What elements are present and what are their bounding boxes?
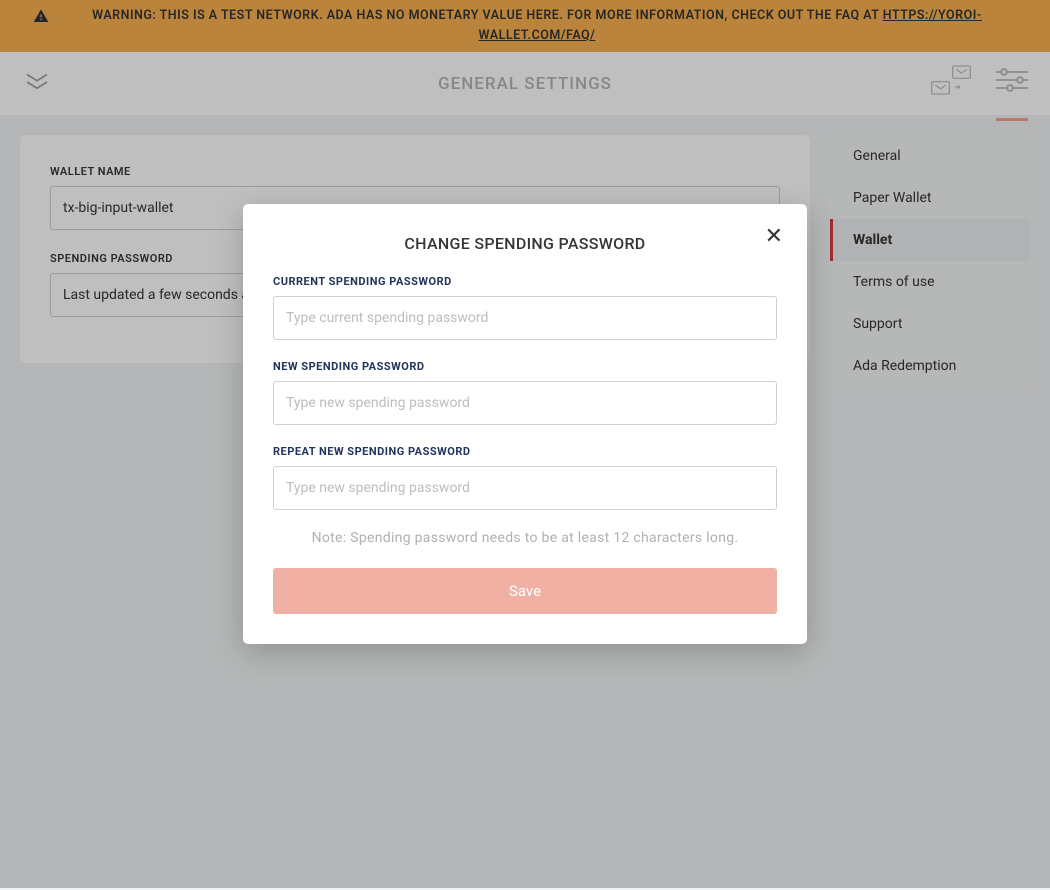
- new-password-label: NEW SPENDING PASSWORD: [273, 360, 777, 373]
- repeat-password-input[interactable]: [273, 466, 777, 510]
- modal-title: CHANGE SPENDING PASSWORD: [273, 234, 777, 253]
- current-password-input[interactable]: [273, 296, 777, 340]
- repeat-password-label: REPEAT NEW SPENDING PASSWORD: [273, 445, 777, 458]
- change-password-modal: CHANGE SPENDING PASSWORD ✕ CURRENT SPEND…: [243, 204, 807, 644]
- save-button[interactable]: Save: [273, 568, 777, 614]
- close-icon[interactable]: ✕: [765, 226, 783, 248]
- modal-backdrop: CHANGE SPENDING PASSWORD ✕ CURRENT SPEND…: [0, 0, 1050, 888]
- current-password-label: CURRENT SPENDING PASSWORD: [273, 275, 777, 288]
- new-password-input[interactable]: [273, 381, 777, 425]
- password-note: Note: Spending password needs to be at l…: [273, 530, 777, 546]
